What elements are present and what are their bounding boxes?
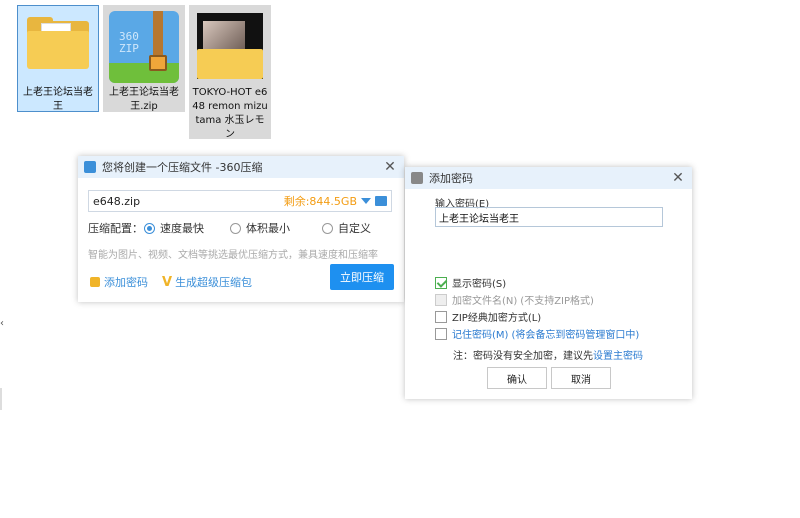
- set-master-password-link[interactable]: 设置主密码: [593, 351, 643, 362]
- browse-folder-icon[interactable]: [375, 196, 387, 206]
- archive-name-input[interactable]: e648.zip 剩余:844.5GB: [88, 190, 392, 212]
- lock-title-icon: [411, 172, 423, 184]
- compression-config-row: 压缩配置： 速度最快 体积最小 自定义: [88, 220, 398, 236]
- compress-dialog: 您将创建一个压缩文件 -360压缩 ✕ e648.zip 剩余:844.5GB …: [78, 156, 404, 302]
- edge-scrollbar[interactable]: [0, 388, 2, 410]
- password-dialog-titlebar[interactable]: 添加密码 ✕: [405, 167, 692, 189]
- remember-password-option[interactable]: 记住密码(M) (将会备忘到密码管理窗口中): [435, 326, 639, 341]
- zip-archive-icon: 360 ZIP: [107, 9, 181, 83]
- zip-classic-option[interactable]: ZIP经典加密方式(L): [435, 309, 541, 324]
- ok-button[interactable]: 确认: [487, 367, 547, 389]
- add-password-label: 添加密码: [104, 276, 148, 289]
- zip-icon-text: 360 ZIP: [119, 30, 139, 55]
- radio-icon[interactable]: [230, 222, 241, 234]
- super-pack-label: 生成超级压缩包: [175, 276, 253, 289]
- close-icon[interactable]: ✕: [382, 159, 398, 175]
- option-smallest[interactable]: 体积最小: [230, 220, 322, 236]
- super-pack-link[interactable]: V 生成超级压缩包: [162, 274, 252, 290]
- file-folder[interactable]: 上老王论坛当老王: [17, 5, 99, 112]
- radio-icon[interactable]: [144, 222, 155, 234]
- option-label: 加密文件名(N): [452, 296, 518, 307]
- checkbox-disabled-icon: [435, 293, 447, 306]
- free-space-label: 剩余:844.5GB: [283, 195, 357, 208]
- password-dialog: 添加密码 ✕ 输入密码(E) 上老王论坛当老王 显示密码(S) 加密文件名(N)…: [405, 167, 692, 399]
- note-text: 注：密码没有安全加密，建议先: [453, 351, 593, 362]
- option-note: (不支持ZIP格式): [520, 296, 594, 307]
- close-icon[interactable]: ✕: [670, 170, 686, 186]
- file-name: 上老王论坛当老王: [23, 87, 93, 112]
- encrypt-filenames-option: 加密文件名(N) (不支持ZIP格式): [435, 292, 594, 307]
- edge-glyph: ‹: [0, 318, 4, 329]
- option-label: 自定义: [338, 222, 371, 235]
- option-label: 速度最快: [160, 222, 204, 235]
- radio-icon[interactable]: [322, 222, 333, 234]
- compress-dialog-titlebar[interactable]: 您将创建一个压缩文件 -360压缩 ✕: [78, 156, 404, 178]
- add-password-link[interactable]: 添加密码: [90, 274, 148, 290]
- checkbox-icon[interactable]: [435, 327, 447, 340]
- checkbox-checked-icon[interactable]: [435, 276, 447, 289]
- image-folder-icon: [193, 9, 267, 83]
- 360-zip-icon: [84, 161, 96, 173]
- option-note: (将会备忘到密码管理窗口中): [511, 330, 640, 341]
- lock-icon: [90, 277, 100, 287]
- file-name: 上老王论坛当老王.zip: [109, 87, 179, 112]
- archive-name-value: e648.zip: [93, 194, 141, 208]
- config-label: 压缩配置：: [88, 222, 143, 235]
- option-label: 体积最小: [246, 222, 290, 235]
- compress-dialog-links: 添加密码 V 生成超级压缩包: [90, 274, 252, 290]
- option-fastest[interactable]: 速度最快: [144, 220, 230, 236]
- security-note: 注：密码没有安全加密，建议先设置主密码: [453, 347, 643, 362]
- checkbox-icon[interactable]: [435, 310, 447, 323]
- file-image-folder[interactable]: TOKYO-HOT e648 remon mizutama 水玉レモン: [189, 5, 271, 140]
- v-badge-icon: V: [162, 274, 173, 290]
- file-name: TOKYO-HOT e648 remon mizutama 水玉レモン: [192, 87, 268, 140]
- password-dialog-title: 添加密码: [429, 172, 473, 185]
- compression-hint: 智能为图片、视频、文档等挑选最优压缩方式，兼具速度和压缩率: [88, 250, 378, 261]
- option-label: 显示密码(S): [452, 279, 507, 290]
- option-custom[interactable]: 自定义: [322, 220, 371, 236]
- folder-icon: [21, 9, 95, 83]
- dropdown-arrow-icon[interactable]: [361, 198, 371, 204]
- file-zip[interactable]: 360 ZIP 上老王论坛当老王.zip: [103, 5, 185, 112]
- option-label: ZIP经典加密方式(L): [452, 313, 542, 324]
- cancel-button[interactable]: 取消: [551, 367, 611, 389]
- compress-dialog-title: 您将创建一个压缩文件 -360压缩: [102, 161, 263, 174]
- compress-now-button[interactable]: 立即压缩: [330, 264, 394, 290]
- option-label: 记住密码(M): [452, 330, 509, 341]
- show-password-option[interactable]: 显示密码(S): [435, 275, 506, 290]
- password-input[interactable]: 上老王论坛当老王: [435, 207, 663, 227]
